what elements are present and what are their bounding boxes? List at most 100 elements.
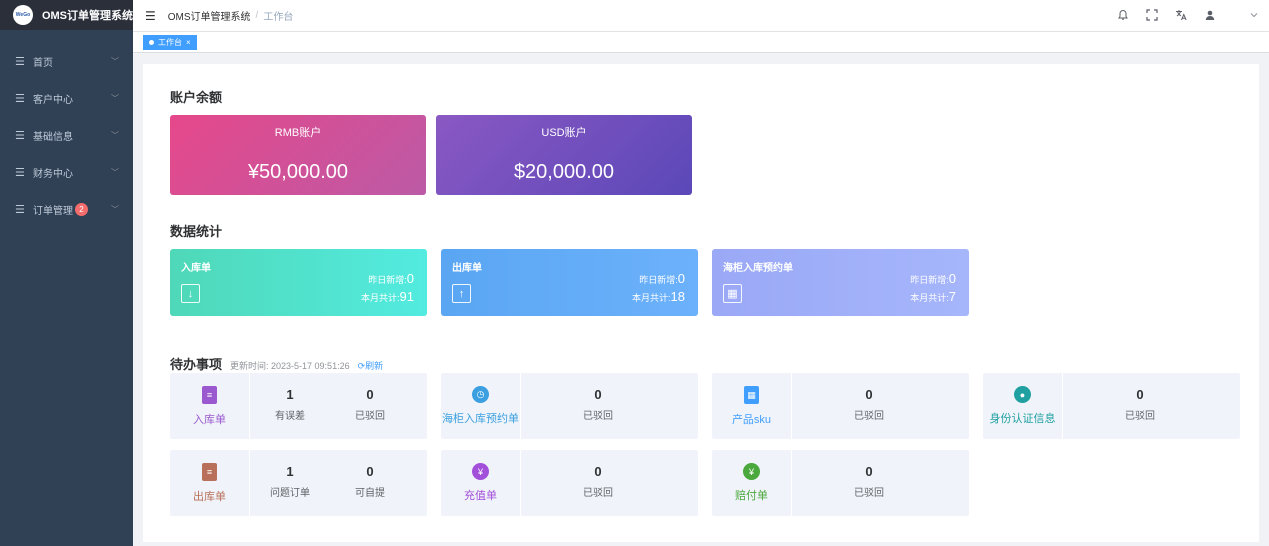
bell-icon[interactable] bbox=[1117, 9, 1129, 24]
todo-caption: 可自提 bbox=[355, 488, 385, 499]
todo-label-block: ≡ 入库单 bbox=[170, 373, 250, 439]
todo-count: 0 bbox=[366, 464, 374, 479]
todo-cell[interactable]: 1 有误差 bbox=[250, 373, 330, 439]
translate-icon[interactable] bbox=[1175, 9, 1187, 24]
todo-count: 0 bbox=[1136, 387, 1144, 402]
sidebar-item-home[interactable]: ☰ 首页 ﹀ bbox=[0, 43, 133, 80]
document-icon: ≡ bbox=[202, 386, 217, 404]
menu-icon: ☰ bbox=[15, 167, 25, 179]
todo-cell[interactable]: 0 已驳回 bbox=[1100, 373, 1180, 439]
todo-label-block: ¥ 赔付单 bbox=[712, 450, 792, 516]
calendar-icon: ▦ bbox=[723, 284, 742, 303]
chevron-down-icon[interactable] bbox=[1249, 10, 1259, 23]
logo[interactable]: WeGo OMS订单管理系统 bbox=[0, 0, 133, 30]
tags-view: 工作台 × bbox=[133, 32, 1269, 53]
download-icon: ↓ bbox=[181, 284, 200, 303]
stat-yesterday: 昨日新增:0 bbox=[639, 271, 685, 286]
todo-name: 充值单 bbox=[464, 490, 497, 502]
close-icon[interactable]: × bbox=[186, 35, 191, 50]
todo-inbound[interactable]: ≡ 入库单 1 有误差 0 已驳回 bbox=[170, 373, 427, 439]
todo-cell[interactable]: 0 可自提 bbox=[330, 450, 410, 516]
stat-yesterday: 昨日新增:0 bbox=[368, 271, 414, 286]
sidebar-item-basic-info[interactable]: ☰ 基础信息 ﹀ bbox=[0, 117, 133, 154]
document-icon: ≡ bbox=[202, 463, 217, 481]
breadcrumb-root[interactable]: OMS订单管理系统 bbox=[168, 8, 251, 23]
tag-workbench[interactable]: 工作台 × bbox=[143, 35, 197, 50]
usd-account-value: $20,000.00 bbox=[513, 161, 615, 183]
todo-caption: 已驳回 bbox=[854, 488, 884, 499]
balance-title: 账户余额 bbox=[170, 90, 223, 105]
todo-count: 0 bbox=[594, 464, 602, 479]
menu-icon: ☰ bbox=[15, 130, 25, 142]
chevron-down-icon: ﹀ bbox=[111, 205, 119, 214]
app-root: WeGo OMS订单管理系统 ☰ 首页 ﹀ ☰ 客户中心 ﹀ ☰ 基础信息 ﹀ … bbox=[0, 0, 1269, 546]
sidebar-item-finance-center[interactable]: ☰ 财务中心 ﹀ bbox=[0, 154, 133, 191]
stat-container-booking[interactable]: 海柜入库预约单 ▦ 昨日新增:0 本月共计:7 bbox=[712, 249, 969, 316]
fullscreen-icon[interactable] bbox=[1146, 8, 1158, 24]
todo-cell[interactable]: 0 已驳回 bbox=[558, 450, 638, 516]
todo-title: 待办事项 bbox=[170, 357, 223, 372]
sidebar-item-label: 首页 bbox=[33, 58, 53, 69]
rmb-account-card[interactable]: RMB账户 ¥50,000.00 bbox=[170, 115, 426, 195]
todo-label-block: ▦ 产品sku bbox=[712, 373, 792, 439]
todo-count: 0 bbox=[366, 387, 374, 402]
tag-label: 工作台 bbox=[158, 38, 182, 47]
stat-outbound[interactable]: 出库单 ↑ 昨日新增:0 本月共计:18 bbox=[441, 249, 698, 316]
todo-outbound[interactable]: ≡ 出库单 1 问题订单 0 可自提 bbox=[170, 450, 427, 516]
todo-cell[interactable]: 0 已驳回 bbox=[829, 373, 909, 439]
todo-name: 赔付单 bbox=[735, 490, 768, 502]
sidebar-item-order-management[interactable]: ☰ 订单管理 2 ﹀ bbox=[0, 191, 133, 228]
menu-icon: ☰ bbox=[15, 93, 25, 105]
dashboard-card: 账户余额 RMB账户 ¥50,000.00 USD账户 $20,000.00 数… bbox=[143, 64, 1259, 542]
todo-compensation[interactable]: ¥ 赔付单 0 已驳回 bbox=[712, 450, 969, 516]
todo-container-booking[interactable]: ◷ 海柜入库预约单 0 已驳回 bbox=[441, 373, 698, 439]
sidebar: WeGo OMS订单管理系统 ☰ 首页 ﹀ ☰ 客户中心 ﹀ ☰ 基础信息 ﹀ … bbox=[0, 0, 133, 546]
sidebar-item-customer-center[interactable]: ☰ 客户中心 ﹀ bbox=[0, 80, 133, 117]
stat-month: 本月共计:91 bbox=[361, 289, 414, 304]
todo-caption: 已驳回 bbox=[355, 411, 385, 422]
yen-icon: ¥ bbox=[472, 463, 489, 480]
todo-header: 待办事项 更新时间: 2023-5-17 09:51:26 ⟳刷新 bbox=[170, 354, 383, 373]
sidebar-item-label: 基础信息 bbox=[33, 132, 73, 143]
todo-cell[interactable]: 1 问题订单 bbox=[250, 450, 330, 516]
todo-caption: 已驳回 bbox=[583, 488, 613, 499]
sidebar-item-label: 客户中心 bbox=[33, 95, 73, 106]
navbar: ☰ OMS订单管理系统 / 工作台 bbox=[133, 0, 1269, 32]
logo-text: OMS订单管理系统 bbox=[41, 10, 133, 22]
todo-identity-verification[interactable]: ● 身份认证信息 0 已驳回 bbox=[983, 373, 1240, 439]
navbar-actions bbox=[1117, 0, 1259, 32]
hamburger-icon[interactable]: ☰ bbox=[145, 9, 156, 23]
chevron-down-icon: ﹀ bbox=[111, 131, 119, 140]
menu-icon: ☰ bbox=[15, 56, 25, 68]
todo-label-block: ¥ 充值单 bbox=[441, 450, 521, 516]
todo-count: 0 bbox=[865, 464, 873, 479]
todo-caption: 已驳回 bbox=[583, 411, 613, 422]
usd-account-card[interactable]: USD账户 $20,000.00 bbox=[436, 115, 692, 195]
todo-count: 0 bbox=[865, 387, 873, 402]
todo-name: 身份认证信息 bbox=[989, 413, 1056, 425]
stat-inbound[interactable]: 入库单 ↓ 昨日新增:0 本月共计:91 bbox=[170, 249, 427, 316]
breadcrumb-separator: / bbox=[255, 10, 259, 21]
stat-month: 本月共计:7 bbox=[910, 289, 956, 304]
todo-count: 1 bbox=[286, 387, 294, 402]
todo-cell[interactable]: 0 已驳回 bbox=[558, 373, 638, 439]
active-dot-icon bbox=[149, 40, 154, 45]
todo-name: 产品sku bbox=[731, 414, 772, 426]
todo-product-sku[interactable]: ▦ 产品sku 0 已驳回 bbox=[712, 373, 969, 439]
chevron-down-icon: ﹀ bbox=[111, 94, 119, 103]
refresh-button[interactable]: ⟳刷新 bbox=[358, 359, 384, 372]
todo-cell[interactable]: 0 已驳回 bbox=[829, 450, 909, 516]
stats-title: 数据统计 bbox=[170, 224, 223, 239]
user-avatar-icon[interactable] bbox=[1204, 9, 1216, 24]
stat-title: 出库单 bbox=[452, 263, 482, 274]
sidebar-item-label: 财务中心 bbox=[33, 169, 73, 180]
todo-cell[interactable]: 0 已驳回 bbox=[330, 373, 410, 439]
chevron-down-icon: ﹀ bbox=[111, 57, 119, 66]
todo-recharge[interactable]: ¥ 充值单 0 已驳回 bbox=[441, 450, 698, 516]
menu-icon: ☰ bbox=[15, 204, 25, 216]
todo-label-block: ◷ 海柜入库预约单 bbox=[441, 373, 521, 439]
todo-name: 出库单 bbox=[193, 491, 226, 503]
todo-caption: 有误差 bbox=[275, 411, 305, 422]
main-content: 账户余额 RMB账户 ¥50,000.00 USD账户 $20,000.00 数… bbox=[133, 54, 1269, 546]
user-icon: ● bbox=[1014, 386, 1031, 403]
